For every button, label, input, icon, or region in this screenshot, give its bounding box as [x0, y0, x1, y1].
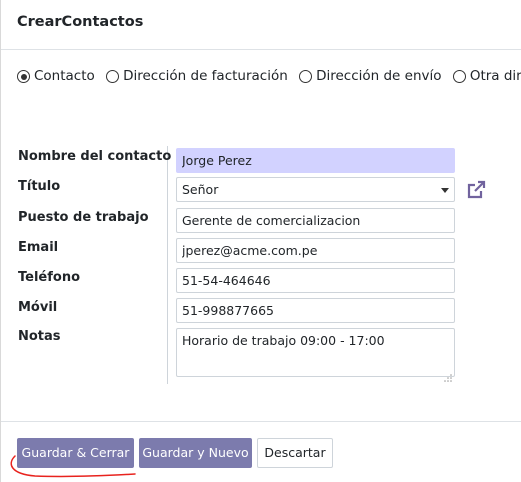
job-input[interactable] — [176, 208, 455, 233]
discard-button[interactable]: Descartar — [257, 438, 333, 468]
red-underline-annotation — [10, 455, 136, 478]
notes-label: Notas — [18, 329, 61, 344]
job-label: Puesto de trabajo — [18, 210, 149, 225]
radio-unchecked-icon — [106, 70, 120, 83]
mobile-input[interactable] — [176, 298, 455, 323]
radio-label: Contacto — [34, 68, 95, 84]
radio-direccion-facturacion[interactable]: Dirección de facturación — [106, 67, 288, 87]
radio-unchecked-icon — [452, 70, 466, 83]
title-label: Título — [18, 179, 61, 194]
email-label: Email — [18, 240, 59, 255]
chevron-down-icon — [441, 188, 449, 193]
radio-label: Dirección de facturación — [123, 68, 288, 84]
name-input[interactable] — [176, 148, 455, 173]
radio-otra-direccion[interactable]: Otra direcci — [452, 67, 521, 87]
radio-label: Otra direcci — [469, 68, 521, 84]
phone-input[interactable] — [176, 268, 455, 293]
save-new-button[interactable]: Guardar y Nuevo — [139, 438, 252, 468]
phone-label: Teléfono — [18, 270, 81, 285]
create-contact-dialog: CrearContactos Contacto Dirección de fac… — [0, 0, 521, 482]
form-column-divider — [167, 146, 168, 384]
radio-direccion-envio[interactable]: Dirección de envío — [299, 67, 442, 87]
mobile-label: Móvil — [18, 300, 58, 315]
radio-checked-icon — [17, 70, 30, 83]
radio-label: Dirección de envío — [316, 68, 442, 84]
title-select-value: Señor — [182, 182, 219, 197]
dialog-title: CrearContactos — [17, 14, 144, 30]
radio-unchecked-icon — [299, 70, 313, 83]
notes-textarea[interactable]: Horario de trabajo 09:00 - 17:00 — [176, 328, 455, 377]
email-input[interactable] — [176, 238, 455, 263]
resize-grip-icon[interactable] — [444, 367, 452, 382]
address-type-radio-group: Contacto Dirección de facturación Direcc… — [17, 67, 521, 87]
title-select[interactable]: Señor — [176, 177, 455, 202]
external-link-icon[interactable] — [466, 180, 486, 200]
radio-contacto[interactable]: Contacto — [17, 67, 95, 87]
name-label: Nombre del contacto — [18, 149, 172, 164]
footer-divider — [1, 421, 521, 422]
dialog-header: CrearContactos — [1, 0, 521, 50]
